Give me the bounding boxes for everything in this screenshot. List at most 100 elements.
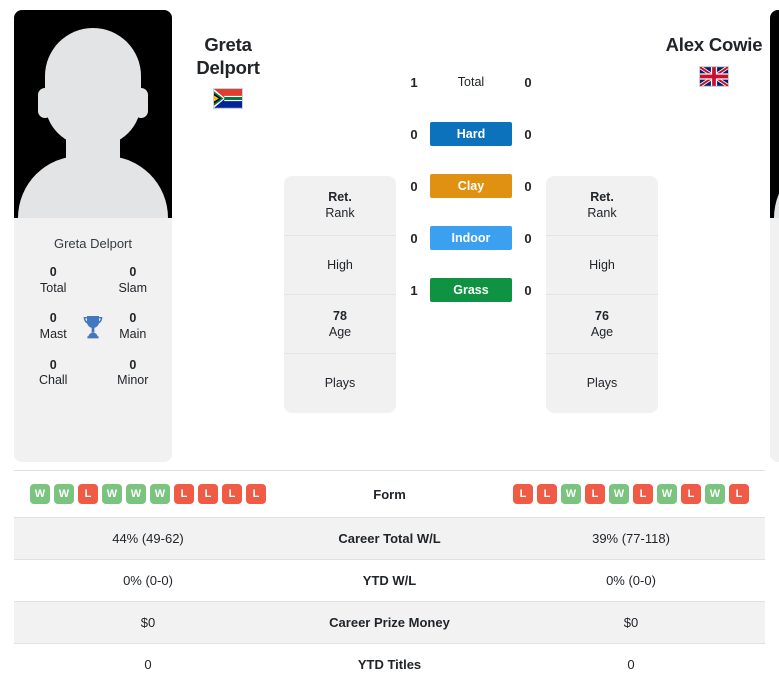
united-kingdom-flag-icon [699,65,729,87]
titles-value: 0 [49,357,57,372]
h2h-row-indoor: 0 Indoor 0 [396,226,546,250]
left-player-name: Greta Delport [196,34,260,79]
left-ytd-titles: 0 [144,657,152,672]
titles-label: Chall [38,373,68,388]
form-badge-win: W [657,484,677,504]
form-badge-win: W [150,484,170,504]
right-titles-grid: 0 Total 0 Slam 0 Mast [770,251,779,389]
info-high-label: High [589,257,615,272]
titles-cell: 0 Mast [28,311,78,342]
right-ytd-wl: 0% (0-0) [606,573,656,588]
right-career-prize-money: $0 [623,615,639,630]
left-career-prize-money: $0 [140,615,156,630]
titles-label: Mast [39,326,67,341]
right-player-info-card: Ret. Rank High 76 Age Plays [546,176,658,413]
titles-label: Main [119,326,147,341]
right-player-identity: Alex Cowie [658,10,770,87]
titles-label: Total [40,280,67,295]
titles-cell: 0 Slam [108,265,158,296]
titles-value: 0 [129,265,137,279]
form-badge-loss: L [681,484,701,504]
left-player-photo-card: Greta Delport 0 Total 0 Slam 0 Mast 0 Ma… [14,10,172,462]
h2h-right-score: 0 [524,126,532,142]
h2h-row-hard: 0 Hard 0 [396,122,546,146]
info-age-value: 78 [333,308,347,323]
titles-cell: 0 Total [28,265,78,296]
form-badge-win: W [705,484,725,504]
right-player-card-name: Alex Cowie [770,218,779,251]
h2h-left-score: 1 [410,282,418,298]
form-badge-loss: L [729,484,749,504]
form-badge-win: W [126,484,146,504]
titles-cell: 0 Main [108,311,158,342]
form-badge-win: W [54,484,74,504]
titles-label: Minor [117,373,149,388]
h2h-surface-indoor: Indoor [430,226,512,250]
h2h-row-total: 1 Total 0 [396,70,546,94]
avatar-ear-right [134,88,148,118]
right-career-total-wl: 39% (77-118) [592,531,670,546]
h2h-surface-clay: Clay [430,174,512,198]
form-badge-loss: L [513,484,533,504]
left-player-info-card: Ret. Rank High 78 Age Plays [284,176,396,413]
info-rank-label: Rank [325,206,355,221]
row-label-ytd-wl: YTD W/L [362,573,417,588]
info-plays: Plays [546,354,658,412]
comparison-table: WWLWWWLLLL Form LLWLWLWLWL 44% (49-62) C… [14,470,765,685]
info-rank: Ret. Rank [284,176,396,236]
titles-value: 0 [129,357,137,372]
form-badge-loss: L [78,484,98,504]
player-comparison-page: Greta Delport 0 Total 0 Slam 0 Mast 0 Ma… [0,0,779,699]
avatar-body [774,156,779,218]
titles-cell: 0 Minor [108,358,158,389]
row-label-ytd-titles: YTD Titles [357,657,422,672]
avatar-body [18,156,168,218]
form-badge-loss: L [222,484,242,504]
form-badge-loss: L [537,484,557,504]
h2h-surface-grass: Grass [430,278,512,302]
h2h-left-score: 1 [410,74,418,90]
table-row-ytd-wl: 0% (0-0) YTD W/L 0% (0-0) [14,559,765,602]
info-plays-label: Plays [324,376,356,391]
row-label-career-prize-money: Career Prize Money [329,615,450,630]
left-player-photo [14,10,172,218]
top-section: Greta Delport 0 Total 0 Slam 0 Mast 0 Ma… [0,0,779,470]
table-row-ytd-titles: 0 YTD Titles 0 [14,643,765,686]
left-ytd-wl: 0% (0-0) [123,573,173,588]
form-badge-win: W [561,484,581,504]
table-row-form: WWLWWWLLLL Form LLWLWLWLWL [14,470,765,518]
head-to-head-column: 1 Total 0 0 Hard 0 0 Clay 0 0 Indoor 0 1 [396,10,546,330]
titles-row: 0 Total 0 Slam [20,265,166,296]
info-high: High [284,236,396,295]
table-row-career-prize-money: $0 Career Prize Money $0 [14,601,765,644]
titles-row: 0 Chall 0 Minor [20,358,166,389]
south-africa-flag-icon [213,88,243,110]
row-label-form: Form [373,486,406,502]
info-age-value: 76 [595,308,609,323]
h2h-left-score: 0 [410,126,418,142]
form-badge-loss: L [174,484,194,504]
left-career-total-wl: 44% (49-62) [112,531,184,546]
titles-label: Slam [118,280,148,295]
h2h-left-score: 0 [410,230,418,246]
right-ytd-titles: 0 [627,657,635,672]
right-form-cell: LLWLWLWLWL [497,471,765,518]
form-badge-win: W [609,484,629,504]
titles-value: 0 [49,265,57,279]
left-titles-grid: 0 Total 0 Slam 0 Mast 0 Main 0 Chall 0 M… [14,251,172,389]
left-player-name-line1: Greta [204,34,252,55]
row-label-career-total-wl: Career Total W/L [338,531,441,546]
h2h-surface-total: Total [457,75,485,89]
info-age-label: Age [328,325,352,339]
titles-cell: 0 Chall [28,358,78,389]
info-high-label: High [327,257,353,272]
h2h-right-score: 0 [524,74,532,90]
info-plays: Plays [284,354,396,412]
form-badge-win: W [30,484,50,504]
h2h-right-score: 0 [524,178,532,194]
h2h-left-score: 0 [410,178,418,194]
left-form-cell: WWLWWWLLLL [14,471,282,518]
h2h-right-score: 0 [524,230,532,246]
form-badge-loss: L [633,484,653,504]
form-badge-win: W [102,484,122,504]
